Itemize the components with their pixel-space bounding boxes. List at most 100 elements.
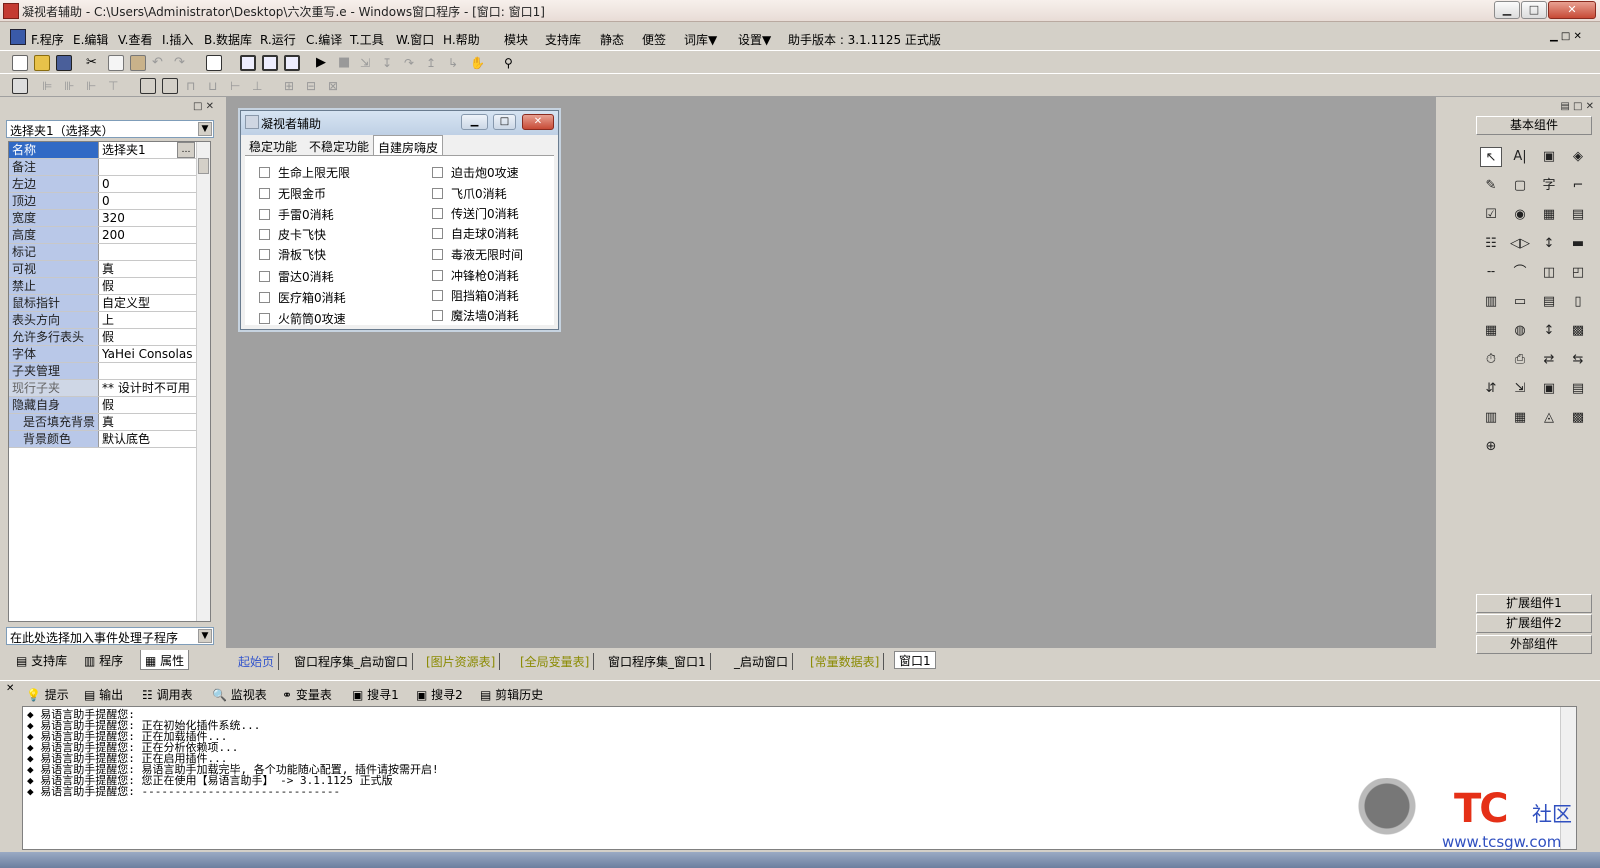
property-row[interactable]: 子夹管理 [9, 363, 197, 380]
tab-clip-history[interactable]: ▤ 剪辑历史 [480, 686, 543, 703]
checkbox-box[interactable] [432, 249, 443, 260]
menu-program[interactable]: F.程序 [31, 31, 64, 48]
property-value[interactable]: 真 [100, 414, 197, 430]
component-icon[interactable]: ▩ [1567, 321, 1589, 341]
property-row[interactable]: 顶边 0 [9, 193, 197, 210]
chevron-down-icon[interactable]: ▼ [198, 122, 212, 136]
checkbox-box[interactable] [432, 290, 443, 301]
copy-icon[interactable] [108, 55, 124, 71]
menu-tools[interactable]: T.工具 [350, 31, 384, 48]
component-icon[interactable]: ⇲ [1509, 379, 1531, 399]
menu-window[interactable]: W.窗口 [396, 31, 434, 48]
checkbox-left-0[interactable]: 生命上限无限 [259, 164, 350, 181]
grid-icon[interactable]: ⊠ [328, 78, 344, 94]
align-right-icon[interactable]: ⊩ [86, 78, 102, 94]
same-height-icon[interactable]: ⊔ [208, 78, 224, 94]
component-icon[interactable]: ⎙ [1509, 350, 1531, 370]
layout1-icon[interactable] [240, 55, 256, 71]
minimize-button[interactable]: ▁ [1494, 1, 1520, 19]
component-icon[interactable]: ↖ [1480, 147, 1502, 167]
component-icon[interactable]: ▦ [1480, 321, 1502, 341]
stop-icon[interactable]: ■ [338, 55, 354, 71]
menu-support-lib[interactable]: 支持库 [545, 31, 581, 48]
cut-icon[interactable]: ✂ [86, 55, 102, 71]
checkbox-box[interactable] [259, 188, 270, 199]
step-into-icon[interactable]: ↧ [382, 55, 398, 71]
checkbox-left-4[interactable]: 滑板飞快 [259, 246, 326, 263]
tab-support-lib[interactable]: ▤ 支持库 [12, 650, 71, 670]
property-value[interactable] [100, 244, 197, 260]
property-row[interactable]: 标记 [9, 244, 197, 261]
property-value[interactable]: 0 [100, 176, 197, 192]
undo-icon[interactable]: ↶ [152, 55, 168, 71]
binoculars-icon[interactable]: ⚲ [504, 55, 520, 71]
menu-dictionary[interactable]: 词库▼ [684, 31, 717, 48]
checkbox-box[interactable] [259, 313, 270, 324]
checkbox-right-7[interactable]: 魔法墙0消耗 [432, 307, 519, 324]
doc-tab[interactable]: 窗口程序集_窗口1 [604, 653, 711, 670]
step-icon[interactable]: ⇲ [360, 55, 376, 71]
tab-unstable[interactable]: 不稳定功能 [305, 135, 373, 155]
menu-edit[interactable]: E.编辑 [73, 31, 108, 48]
component-icon[interactable]: ◉ [1509, 205, 1531, 225]
property-value[interactable]: ** 设计时不可用 [100, 380, 197, 396]
menu-static[interactable]: 静态 [600, 31, 624, 48]
form-icon[interactable] [12, 78, 28, 94]
checkbox-box[interactable] [259, 271, 270, 282]
component-icon[interactable]: ⏱ [1480, 350, 1502, 370]
maximize-button[interactable]: □ [1521, 1, 1547, 19]
component-icon[interactable]: 字 [1538, 176, 1560, 196]
ellipsis-button[interactable]: … [177, 142, 195, 158]
component-icon[interactable]: ▭ [1509, 292, 1531, 312]
component-icon[interactable]: ↕ [1538, 234, 1560, 254]
component-icon[interactable]: ↕ [1538, 321, 1560, 341]
external-components-button[interactable]: 外部组件 [1476, 635, 1592, 654]
checkbox-box[interactable] [432, 167, 443, 178]
center-h-icon[interactable] [140, 78, 156, 94]
component-icon[interactable]: ▥ [1480, 292, 1502, 312]
menu-compile[interactable]: C.编译 [306, 31, 342, 48]
component-icon[interactable]: ▬ [1567, 234, 1589, 254]
checkbox-box[interactable] [259, 229, 270, 240]
property-row[interactable]: 表头方向上 [9, 312, 197, 329]
tab-program[interactable]: ▥ 程序 [80, 650, 127, 670]
component-icon[interactable]: ◫ [1538, 263, 1560, 283]
menu-database[interactable]: B.数据库 [204, 31, 252, 48]
component-icon[interactable]: A| [1509, 147, 1531, 167]
component-icon[interactable]: ⌒ [1509, 263, 1531, 283]
component-icon[interactable]: ▣ [1538, 379, 1560, 399]
close-button[interactable]: ✕ [1548, 1, 1596, 19]
menu-help[interactable]: H.帮助 [443, 31, 480, 48]
checkbox-right-0[interactable]: 迫击炮0攻速 [432, 164, 519, 181]
redo-icon[interactable]: ↷ [174, 55, 190, 71]
doc-tab[interactable]: [全局变量表] [516, 653, 595, 670]
menu-insert[interactable]: I.插入 [162, 31, 193, 48]
property-row[interactable]: 名称 选择夹1… [9, 142, 197, 159]
menu-notes[interactable]: 便签 [642, 31, 666, 48]
property-row[interactable]: 现行子夹 ** 设计时不可用 [9, 380, 197, 397]
doc-tab[interactable]: 起始页 [234, 653, 280, 670]
doc-tab[interactable]: [图片资源表] [422, 653, 501, 670]
component-icon[interactable]: ⌐ [1567, 176, 1589, 196]
component-selector[interactable]: 选择夹1（选择夹） ▼ [6, 120, 214, 138]
property-row[interactable]: 左边 0 [9, 176, 197, 193]
menu-settings[interactable]: 设置▼ [738, 31, 771, 48]
extended-components-1-button[interactable]: 扩展组件1 [1476, 594, 1592, 613]
menu-view[interactable]: V.查看 [118, 31, 152, 48]
save-icon[interactable] [56, 55, 72, 71]
tab-output[interactable]: ▤ 输出 [84, 686, 123, 703]
component-icon[interactable]: ⇆ [1567, 350, 1589, 370]
same-width-icon[interactable]: ⊓ [186, 78, 202, 94]
component-icon[interactable]: ▣ [1538, 147, 1560, 167]
layout2-icon[interactable] [262, 55, 278, 71]
component-icon[interactable]: ◬ [1538, 408, 1560, 428]
checkbox-box[interactable] [259, 167, 270, 178]
tab-variables[interactable]: ⚭ 变量表 [282, 686, 332, 703]
component-icon[interactable]: ▦ [1509, 408, 1531, 428]
property-row[interactable]: 备注 [9, 159, 197, 176]
dlg-minimize-button[interactable]: ▁ [461, 114, 488, 130]
checkbox-right-2[interactable]: 传送门0消耗 [432, 205, 519, 222]
property-row[interactable]: 背景颜色 默认底色 [9, 431, 197, 448]
grid-v-icon[interactable]: ⊟ [306, 78, 322, 94]
property-row[interactable]: 禁止假 [9, 278, 197, 295]
